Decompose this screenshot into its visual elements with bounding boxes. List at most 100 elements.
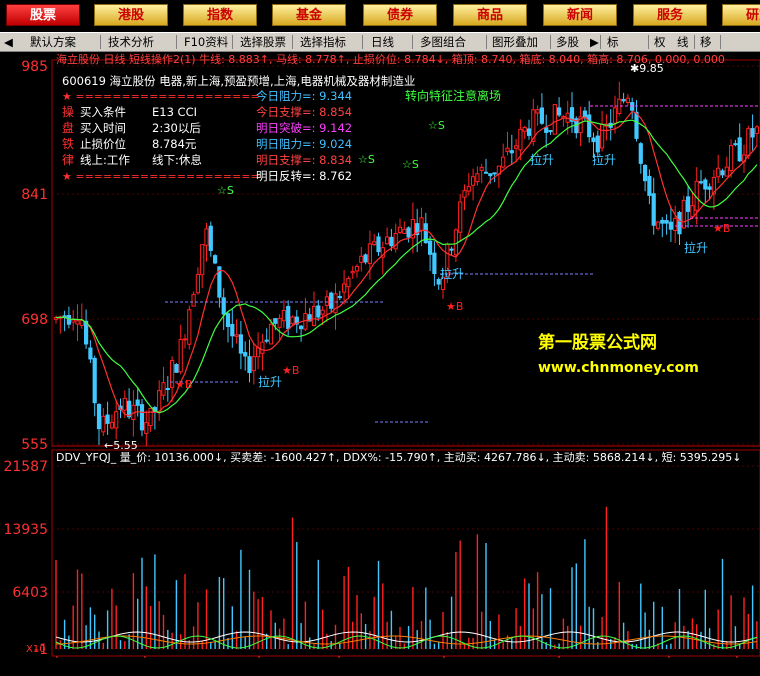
candle-body: [238, 334, 244, 354]
toolbar-separator: [176, 35, 177, 49]
rule-key-3: 律: [62, 153, 74, 167]
candle-body: [165, 387, 170, 390]
toolbar-separator: [232, 35, 233, 49]
candle-body: [625, 97, 630, 104]
candle-body: [221, 297, 226, 315]
volume-tick-1: 13935: [3, 522, 48, 538]
lashou-label-3: 拉升: [592, 152, 616, 167]
toolbar-item-10[interactable]: 权: [654, 34, 666, 50]
candle-body: [148, 408, 153, 427]
candle-body: [557, 107, 562, 116]
toolbar-separator: [100, 35, 101, 49]
nav-tab-8[interactable]: 研究: [722, 4, 760, 26]
candle-body: [432, 252, 437, 275]
candle-body: [191, 293, 196, 307]
header-line: 海立股份 日线 短线操作2(1) 牛线: 8.883↑, 马线: 8.778↑,…: [56, 52, 725, 66]
candle-body: [286, 305, 291, 329]
candle-body: [316, 305, 321, 318]
candle-body: [475, 173, 480, 183]
toolbar-separator: [412, 35, 413, 49]
level-text-2: 明日突破=: 9.142: [256, 121, 352, 135]
candle-body: [587, 114, 592, 138]
candle-body: [139, 404, 145, 431]
candle-body: [600, 123, 605, 149]
candle-body: [174, 364, 179, 373]
toolbar-item-7[interactable]: 图形叠加: [492, 34, 538, 50]
nav-tab-5[interactable]: 商品: [453, 4, 527, 26]
candle-body: [281, 310, 286, 322]
toolbar: 默认方案 技术分析 F10资料 选择股票 选择指标 日线 多图组合 图形叠加 多股 标 权线移 ◀ ▶: [0, 32, 760, 52]
toolbar-item-11[interactable]: 线: [677, 34, 689, 50]
stock-code-line: 600619 海立股份 电器,新上海,预盈预增,上海,电器机械及器材制造业: [62, 74, 415, 88]
toolbar-left-arrow-icon[interactable]: ◀: [4, 34, 13, 50]
toolbar-separator: [292, 35, 293, 49]
candle-body: [359, 255, 364, 263]
toolbar-item-0[interactable]: 默认方案: [30, 34, 76, 50]
candle-body: [668, 221, 673, 230]
toolbar-item-2[interactable]: F10资料: [184, 34, 228, 50]
candle-body: [161, 382, 166, 396]
candle-body: [389, 236, 394, 247]
candle-body: [178, 339, 183, 373]
nav-tab-7[interactable]: 服务: [633, 4, 707, 26]
candle-body: [213, 255, 218, 264]
candle-body: [419, 217, 424, 231]
nav-tab-2[interactable]: 指数: [183, 4, 257, 26]
candle-body: [342, 283, 347, 293]
candle-body: [449, 248, 454, 251]
toolbar-item-5[interactable]: 日线: [371, 34, 394, 50]
toolbar-separator: [550, 35, 551, 49]
candle-body: [621, 99, 626, 102]
candle-body: [729, 145, 734, 172]
candle-body: [195, 273, 201, 294]
toolbar-item-4[interactable]: 选择指标: [300, 34, 346, 50]
level-text-1: 今日支撑=: 8.854: [256, 105, 352, 119]
watermark-url: www.chnmoney.com: [538, 360, 699, 376]
toolbar-item-3[interactable]: 选择股票: [240, 34, 286, 50]
price-tick-3: 555: [21, 437, 48, 453]
candle-body: [544, 127, 549, 133]
candle-body: [471, 176, 476, 186]
toolbar-item-8[interactable]: 多股: [556, 34, 579, 50]
nav-tab-3[interactable]: 基金: [272, 4, 346, 26]
rule-value-2: 8.784元: [152, 137, 197, 151]
nav-tab-4[interactable]: 债券: [363, 4, 437, 26]
toolbar-item-6[interactable]: 多图组合: [420, 34, 466, 50]
candle-body: [509, 150, 514, 154]
candle-body: [647, 175, 652, 196]
candle-body: [479, 166, 484, 171]
candle-body: [673, 217, 678, 231]
toolbar-item-9[interactable]: 标: [607, 34, 619, 50]
toolbar-right-arrow-icon[interactable]: ▶: [590, 34, 599, 50]
candle-body: [488, 173, 493, 177]
toolbar-item-1[interactable]: 技术分析: [108, 34, 154, 50]
candle-body: [273, 318, 278, 324]
candle-body: [514, 145, 519, 149]
candle-body: [643, 164, 648, 182]
candle-body: [105, 414, 110, 424]
nav-tab-0[interactable]: 股票: [6, 4, 80, 26]
candle-body: [204, 228, 209, 246]
candle-body: [660, 219, 665, 224]
candle-body: [686, 196, 691, 212]
candle-body: [75, 320, 80, 325]
candle-body: [114, 411, 119, 429]
candle-body: [733, 143, 738, 146]
candle-body: [548, 130, 553, 133]
nav-tab-6[interactable]: 新闻: [543, 4, 617, 26]
volume-header: DDV_YFQJ_ 量_价: 10136.000↓, 买卖差: -1600.42…: [56, 450, 742, 464]
candle-body: [88, 347, 93, 360]
candle-body: [367, 243, 372, 264]
candle-body: [428, 240, 433, 255]
s-mark-1: ☆S: [428, 119, 445, 132]
candle-body: [182, 338, 188, 341]
toolbar-item-12[interactable]: 移: [700, 34, 712, 50]
trend-text: 转向特征注意离场: [405, 88, 501, 103]
b-mark-0: ★B: [175, 378, 192, 391]
candle-body: [720, 170, 725, 176]
candle-body: [243, 352, 248, 357]
candle-body: [247, 356, 252, 374]
nav-tab-1[interactable]: 港股: [94, 4, 168, 26]
level-text-5: 明日反转=: 8.762: [256, 169, 352, 183]
s-mark-2: ☆S: [402, 158, 419, 171]
